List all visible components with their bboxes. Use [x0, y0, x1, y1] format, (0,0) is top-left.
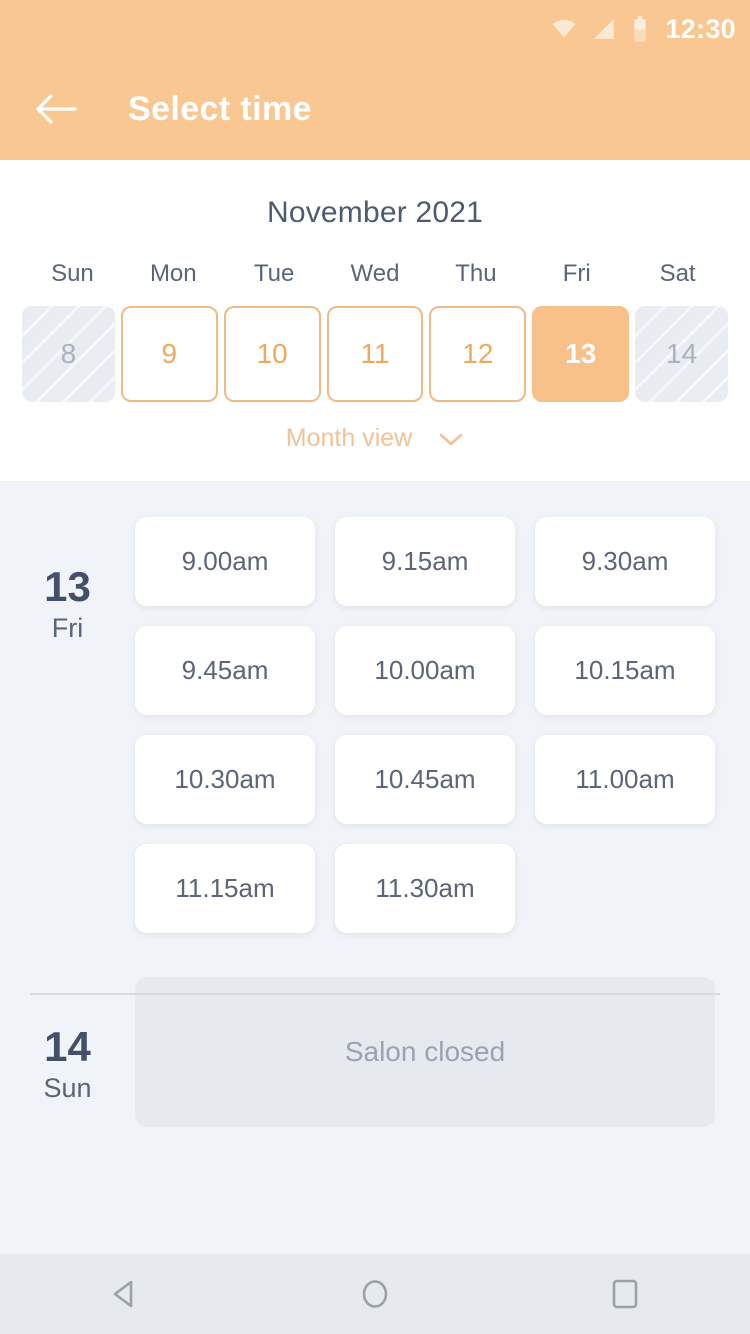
android-nav-bar [0, 1254, 750, 1334]
status-bar-icons [551, 15, 649, 43]
signal-icon [594, 19, 615, 39]
weekday-label: Fri [562, 260, 591, 287]
time-slot-label: 11.15am [175, 873, 275, 903]
chevron-down-icon [439, 433, 463, 445]
time-slot[interactable]: 10.30am [135, 735, 315, 824]
time-slot[interactable]: 10.15am [535, 626, 715, 715]
nav-home-button[interactable] [330, 1254, 420, 1334]
app-bar: Select time [0, 58, 750, 160]
weekday-label: Sun [51, 260, 94, 287]
time-slot-label: 9.15am [381, 546, 469, 576]
calendar-panel: November 2021 Sun Mon Tue Wed Thu Fri Sa… [0, 160, 750, 481]
salon-closed-banner: Salon closed [135, 977, 715, 1127]
back-button[interactable] [18, 71, 94, 147]
weekday-label: Mon [149, 260, 197, 287]
wifi-icon [553, 19, 576, 38]
day-label: 13 Fri [0, 517, 135, 933]
page-title: Select time [128, 89, 312, 128]
schedule-area: 13 Fri 9.00am 9.15am 9.30am 9.45am 10.00am 10… [0, 481, 750, 1254]
day-name: Sun [43, 1073, 92, 1104]
schedule-day-13: 13 Fri 9.00am 9.15am 9.30am 9.45am 10.00am 10… [0, 481, 750, 933]
day-number: 14 [44, 1023, 91, 1070]
time-slot[interactable]: 11.30am [335, 844, 515, 933]
time-slot-label: 9.00am [181, 546, 269, 576]
date-cell-11[interactable]: 11 [326, 306, 424, 402]
day-number: 13 [44, 563, 91, 610]
date-cell-8: 8 [22, 306, 115, 402]
date-number: 12 [462, 338, 494, 369]
time-slot-label: 10.30am [174, 764, 276, 794]
nav-back-button[interactable] [80, 1254, 170, 1334]
schedule-day-14: 14 Sun Salon closed [0, 933, 750, 1127]
salon-closed-label: Salon closed [344, 1036, 506, 1067]
date-number: 9 [161, 338, 178, 369]
weekday-label: Sat [659, 260, 696, 287]
date-number: 11 [360, 338, 390, 369]
weekday-label: Wed [350, 260, 400, 287]
month-title: November 2021 [266, 196, 484, 229]
status-bar: 12:30 [0, 0, 750, 58]
time-slot[interactable]: 9.00am [135, 517, 315, 606]
date-number: 13 [565, 338, 597, 369]
nav-home-icon [362, 1280, 388, 1308]
month-view-label: Month view [285, 424, 413, 452]
date-cell-14: 14 [635, 306, 729, 402]
nav-back-icon [113, 1280, 133, 1308]
weekday-header-row: Sun Mon Tue Wed Thu Fri Sat [0, 260, 750, 288]
status-bar-clock: 12:30 [665, 13, 736, 44]
battery-icon [634, 15, 647, 42]
weekday-label: Thu [455, 260, 497, 287]
time-slot-label: 11.30am [375, 873, 475, 903]
date-number: 10 [256, 338, 288, 369]
time-slot[interactable]: 9.15am [335, 517, 515, 606]
time-slot[interactable]: 11.15am [135, 844, 315, 933]
time-slot[interactable]: 9.45am [135, 626, 315, 715]
date-cell-12[interactable]: 12 [429, 306, 527, 402]
select-time-screen: 12:30 Select time November 2021 Sun Mon … [0, 0, 750, 1334]
time-slot-label: 9.45am [181, 655, 269, 685]
section-divider [30, 993, 720, 995]
time-slot-grid: 9.00am 9.15am 9.30am 9.45am 10.00am 10.15am 10… [135, 517, 750, 933]
date-cell-13[interactable]: 13 [532, 306, 630, 402]
date-strip: 8 9 10 11 12 13 14 [0, 306, 750, 402]
weekday-label: Tue [253, 260, 295, 287]
date-cell-9[interactable]: 9 [120, 306, 218, 402]
time-slot-label: 11.00am [575, 764, 675, 794]
date-number: 8 [60, 338, 77, 369]
time-slot[interactable]: 9.30am [535, 517, 715, 606]
time-slot[interactable]: 11.00am [535, 735, 715, 824]
back-arrow-icon [36, 94, 77, 124]
day-label: 14 Sun [0, 977, 135, 1127]
time-slot[interactable]: 10.00am [335, 626, 515, 715]
nav-recents-button[interactable] [580, 1254, 670, 1334]
month-view-toggle[interactable]: Month view [0, 424, 750, 453]
date-number: 14 [666, 338, 698, 369]
date-cell-10[interactable]: 10 [223, 306, 321, 402]
time-slot-label: 10.15am [574, 655, 676, 685]
time-slot-label: 10.00am [374, 655, 476, 685]
time-slot-label: 9.30am [581, 546, 669, 576]
time-slot[interactable]: 10.45am [335, 735, 515, 824]
nav-recents-icon [612, 1279, 638, 1309]
time-slot-label: 10.45am [374, 764, 476, 794]
day-name: Fri [51, 613, 84, 644]
